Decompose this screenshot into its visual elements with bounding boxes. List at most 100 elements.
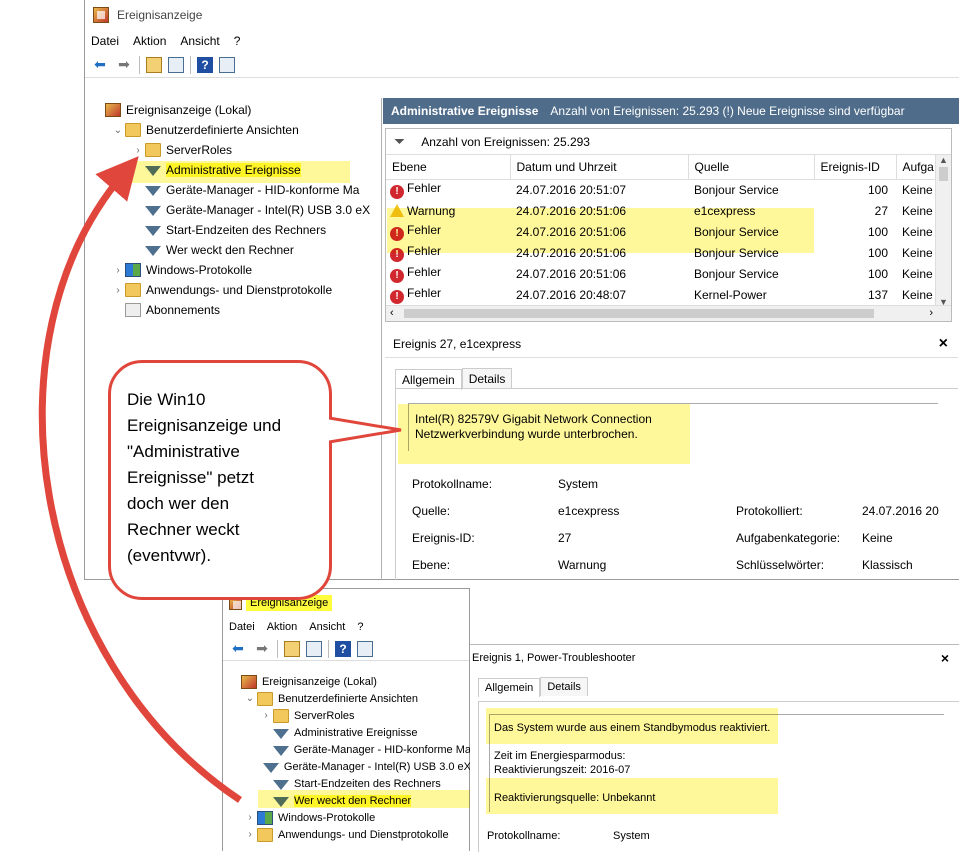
filter-icon bbox=[262, 762, 279, 773]
close-icon[interactable]: × bbox=[939, 335, 948, 353]
close-icon[interactable]: × bbox=[941, 650, 949, 666]
tree-item[interactable]: ⌄ Benutzerdefinierte Ansichten bbox=[91, 120, 379, 140]
tree-item[interactable]: Ereignisanzeige (Lokal) bbox=[227, 673, 471, 690]
tree-item[interactable]: › ServerRoles bbox=[91, 140, 379, 160]
menu-datei[interactable]: Datei bbox=[229, 621, 255, 633]
tree-item[interactable]: Abonnements bbox=[91, 300, 379, 320]
back-arrow-icon[interactable]: ⬅ bbox=[229, 640, 247, 658]
field-schluessel-label: Schlüsselwörter: bbox=[736, 558, 825, 572]
field-eid: 27 bbox=[558, 531, 572, 545]
menu-ansicht[interactable]: Ansicht bbox=[309, 621, 345, 633]
tree-item[interactable]: Geräte-Manager - Intel(R) USB 3.0 eX bbox=[227, 758, 471, 775]
error-icon: ! bbox=[390, 268, 404, 283]
menu-aktion[interactable]: Aktion bbox=[133, 34, 166, 48]
field-ebene: Warnung bbox=[558, 558, 607, 572]
field-protokolliert-label: Protokolliert: bbox=[736, 504, 803, 518]
tree-item-label: Wer weckt den Rechner bbox=[166, 243, 294, 257]
expand-chevron-icon[interactable]: › bbox=[243, 829, 257, 840]
show-hide-tree-icon[interactable] bbox=[168, 56, 184, 73]
expand-chevron-icon[interactable]: › bbox=[111, 265, 125, 276]
tree-item[interactable]: ⌄ Benutzerdefinierte Ansichten bbox=[227, 690, 471, 707]
tab-allgemein[interactable]: Allgemein bbox=[478, 678, 541, 697]
field-schluessel: Klassisch bbox=[862, 558, 913, 572]
cell-source: Kernel-Power bbox=[694, 287, 767, 302]
tree-item[interactable]: Wer weckt den Rechner bbox=[91, 240, 379, 260]
toolbar-separator bbox=[277, 639, 278, 658]
tree-item[interactable]: Start-Endzeiten des Rechners bbox=[91, 220, 379, 240]
folder-icon bbox=[145, 143, 161, 157]
tree-item[interactable]: › Anwendungs- und Dienstprotokolle bbox=[227, 826, 471, 843]
callout-pointer bbox=[329, 416, 402, 444]
tree-item-label: Ereignisanzeige (Lokal) bbox=[126, 103, 252, 117]
highlight-wake-source bbox=[486, 778, 778, 814]
cell-event-id: 137 bbox=[867, 287, 888, 302]
help-icon[interactable]: ? bbox=[335, 640, 351, 657]
tree-item[interactable]: Geräte-Manager - HID-konforme Ma bbox=[91, 180, 379, 200]
tab-details[interactable]: Details bbox=[540, 677, 588, 696]
folder-icon bbox=[257, 827, 273, 842]
expand-chevron-icon[interactable]: › bbox=[243, 812, 257, 823]
detail-header: Ereignis 27, e1cexpress × bbox=[385, 330, 958, 358]
tree-item[interactable]: › Windows-Protokolle bbox=[227, 809, 471, 826]
action-pane-icon[interactable] bbox=[357, 640, 373, 657]
callout-line: doch wer den bbox=[127, 494, 230, 513]
field-protokolliert: 24.07.2016 20 bbox=[862, 504, 939, 518]
tree-item[interactable]: › ServerRoles bbox=[227, 707, 471, 724]
tree-item-label: Geräte-Manager - Intel(R) USB 3.0 eX bbox=[166, 203, 371, 217]
table-row[interactable]: ! Fehler 24.07.2016 20:48:07 Kernel-Power 13… bbox=[386, 284, 946, 305]
highlight-admin-events bbox=[132, 161, 350, 183]
forward-arrow-icon[interactable]: ➡ bbox=[253, 640, 271, 658]
up-folder-icon[interactable] bbox=[284, 640, 300, 657]
menu-ansicht[interactable]: Ansicht bbox=[180, 34, 219, 48]
field-protokollname-label: Protokollname: bbox=[487, 830, 561, 842]
bottom-navigation-tree: Ereignisanzeige (Lokal) ⌄ Benutzerdefinier… bbox=[227, 673, 471, 853]
filter-icon bbox=[145, 206, 161, 216]
show-hide-tree-icon[interactable] bbox=[306, 640, 322, 657]
tab-allgemein[interactable]: Allgemein bbox=[395, 369, 462, 390]
menu-aktion[interactable]: Aktion bbox=[267, 621, 298, 633]
table-row[interactable]: !Fehler 24.07.2016 20:51:06 Bonjour Servic… bbox=[386, 263, 946, 284]
tree-item-label: Administrative Ereignisse bbox=[294, 726, 418, 739]
tree-item[interactable]: Geräte-Manager - Intel(R) USB 3.0 eX bbox=[91, 200, 379, 220]
menu-help[interactable]: ? bbox=[357, 621, 363, 633]
field-quelle-label: Quelle: bbox=[412, 504, 451, 518]
tab-details[interactable]: Details bbox=[461, 368, 513, 389]
col-datum[interactable]: Datum und Uhrzeit bbox=[510, 155, 689, 180]
highlight-wakeup-view bbox=[258, 790, 470, 808]
table-row[interactable]: ! Fehler 24.07.2016 20:51:07 Bonjour Servic… bbox=[386, 179, 946, 200]
expand-chevron-icon[interactable]: › bbox=[131, 145, 145, 156]
tree-item-label: Windows-Protokolle bbox=[146, 263, 253, 277]
menu-datei[interactable]: Datei bbox=[91, 34, 119, 48]
col-ebene[interactable]: Ebene bbox=[386, 155, 511, 180]
tree-item[interactable]: › Windows-Protokolle bbox=[91, 260, 379, 280]
forward-arrow-icon[interactable]: ➡ bbox=[115, 56, 133, 74]
expand-chevron-icon[interactable]: › bbox=[111, 285, 125, 296]
action-pane-icon[interactable] bbox=[219, 56, 235, 73]
field-ebene-label: Ebene: bbox=[412, 558, 451, 572]
folder-icon bbox=[273, 708, 289, 723]
expand-chevron-icon[interactable]: ⌄ bbox=[243, 693, 257, 704]
tree-item[interactable]: Administrative Ereignisse bbox=[227, 724, 471, 741]
results-info: Anzahl von Ereignissen: 25.293 (!) Neue … bbox=[550, 104, 905, 118]
tree-item[interactable]: Geräte-Manager - HID-konforme Ma bbox=[227, 741, 471, 758]
filter-icon bbox=[145, 186, 161, 196]
tree-item[interactable]: › Anwendungs- und Dienstprotokolle bbox=[91, 280, 379, 300]
expand-chevron-icon[interactable]: ⌄ bbox=[111, 125, 125, 136]
cell-level: !Fehler bbox=[386, 179, 510, 200]
expand-chevron-icon[interactable]: › bbox=[259, 710, 273, 721]
help-icon[interactable]: ? bbox=[197, 56, 213, 73]
tree-item-label: Geräte-Manager - HID-konforme Ma bbox=[166, 183, 360, 197]
up-folder-icon[interactable] bbox=[146, 56, 162, 73]
col-ereignis-id[interactable]: Ereignis-ID bbox=[814, 155, 897, 180]
field-quelle: e1cexpress bbox=[558, 504, 620, 518]
tree-item[interactable]: Ereignisanzeige (Lokal) bbox=[91, 100, 379, 120]
detail-title: Ereignis 27, e1cexpress bbox=[393, 336, 522, 351]
col-quelle[interactable]: Quelle bbox=[688, 155, 815, 180]
horizontal-scrollbar[interactable]: ‹ › bbox=[386, 305, 951, 321]
menu-help[interactable]: ? bbox=[234, 34, 241, 48]
bottom-detail-tabs: Allgemein Details bbox=[470, 671, 959, 697]
callout-line: (eventvwr). bbox=[127, 546, 212, 565]
back-arrow-icon[interactable]: ⬅ bbox=[91, 56, 109, 74]
vertical-scrollbar[interactable]: ▲ ▼ bbox=[935, 155, 951, 307]
tree-item-label: Anwendungs- und Dienstprotokolle bbox=[146, 283, 333, 297]
